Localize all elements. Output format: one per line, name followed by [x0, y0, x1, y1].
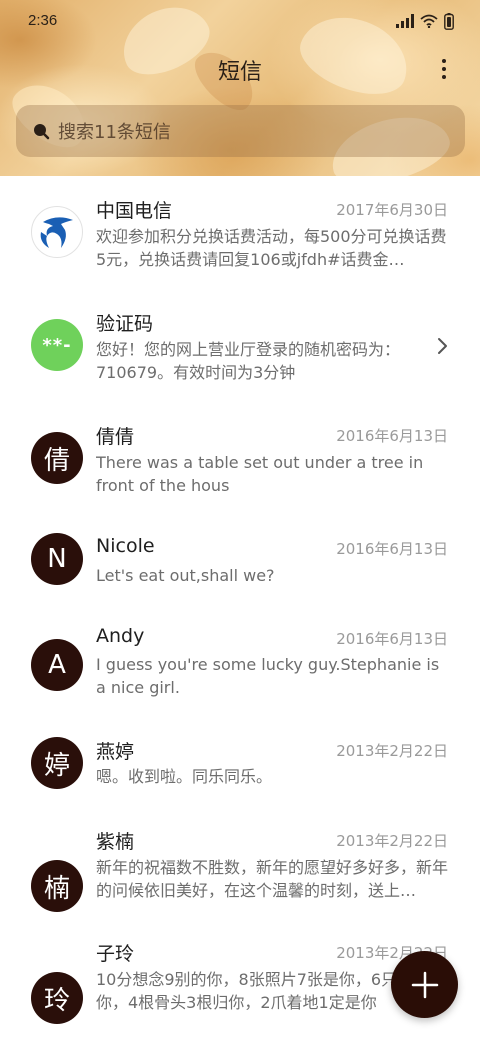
conversation-row[interactable]: 楠 紫楠 2013年2月22日 新年的祝福数不胜数，新年的愿望好多好多，新年的问… [0, 827, 480, 940]
header-background: 2:36 短信 搜索11条短信 [0, 0, 480, 176]
search-bar[interactable]: 搜索11条短信 [16, 105, 465, 157]
search-icon [34, 124, 50, 140]
plus-icon [411, 971, 438, 998]
status-icons [396, 12, 454, 30]
contact-name: 子玲 [96, 943, 135, 965]
message-snippet: 您好！您的网上营业厅登录的随机密码为：710679。有效时间为3分钟 [96, 340, 401, 382]
contact-name: 紫楠 [96, 831, 135, 853]
status-bar: 2:36 [0, 0, 480, 42]
message-snippet: I guess you're some lucky guy.Stephanie … [96, 655, 440, 697]
avatar: N [31, 533, 83, 585]
contact-name: 倩倩 [96, 426, 135, 448]
message-date: 2013年2月22日 [336, 742, 448, 760]
avatar [31, 206, 83, 258]
avatar: A [31, 639, 83, 691]
contact-name: 验证码 [96, 313, 154, 335]
message-date: 2016年6月13日 [336, 540, 448, 558]
contact-name: Andy [96, 625, 145, 647]
signal-icon [396, 14, 414, 28]
telecom-logo-icon [40, 217, 73, 248]
search-placeholder: 搜索11条短信 [58, 122, 171, 143]
avatar: 倩 [31, 432, 83, 484]
avatar: 楠 [31, 860, 83, 912]
message-snippet: There was a table set out under a tree i… [96, 453, 424, 495]
wifi-icon [420, 14, 438, 28]
page-title: 短信 [217, 60, 262, 85]
message-date: 2016年6月13日 [336, 630, 448, 648]
status-time: 2:36 [28, 12, 58, 29]
message-date: 2016年6月13日 [336, 427, 448, 445]
avatar: 婷 [31, 737, 83, 789]
contact-name: 中国电信 [96, 200, 173, 222]
message-date: 2017年6月30日 [336, 201, 448, 219]
message-snippet: Let's eat out,shall we? [96, 566, 275, 585]
conversation-row[interactable]: 倩 倩倩 2016年6月13日 There was a table set ou… [0, 402, 480, 515]
message-snippet: 嗯。收到啦。同乐同乐。 [96, 767, 273, 786]
avatar: **- [31, 319, 83, 371]
conversation-list: 中国电信 2017年6月30日 欢迎参加积分兑换话费活动，每500分可兑换话费5… [0, 176, 480, 1040]
contact-name: 燕婷 [96, 741, 135, 763]
conversation-row[interactable]: 中国电信 2017年6月30日 欢迎参加积分兑换话费活动，每500分可兑换话费5… [0, 176, 480, 289]
compose-button[interactable] [391, 951, 458, 1018]
conversation-row[interactable]: 婷 燕婷 2013年2月22日 嗯。收到啦。同乐同乐。 [0, 717, 480, 830]
avatar: 玲 [31, 972, 83, 1024]
more-icon[interactable] [434, 56, 454, 82]
contact-name: Nicole [96, 535, 155, 557]
conversation-row[interactable]: A Andy 2016年6月13日 I guess you're some lu… [0, 606, 480, 719]
message-snippet: 新年的祝福数不胜数，新年的愿望好多好多，新年的问候依旧美好，在这个温馨的时刻，送… [96, 858, 449, 900]
battery-icon [444, 12, 454, 30]
conversation-row[interactable]: **- 验证码 您好！您的网上营业厅登录的随机密码为：710679。有效时间为3… [0, 289, 480, 402]
message-date: 2013年2月22日 [336, 832, 448, 850]
message-snippet: 欢迎参加积分兑换话费活动，每500分可兑换话费5元，兑换话费请回复106或jfd… [96, 227, 447, 269]
